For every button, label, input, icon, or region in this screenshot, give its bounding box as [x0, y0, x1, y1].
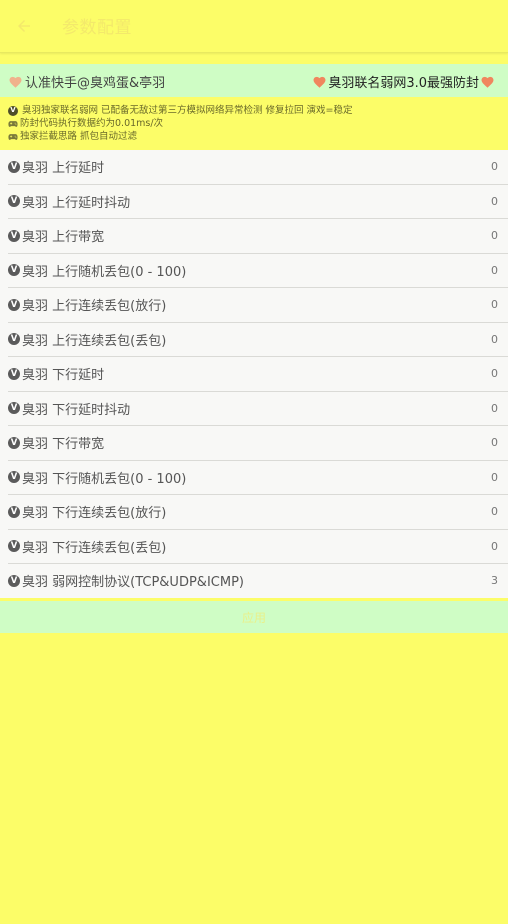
- settings-list: V 臭羽 上行延时 0 V 臭羽 上行延时抖动 0 V 臭羽 上行带宽 0 V …: [0, 150, 508, 598]
- v-badge-icon: V: [8, 105, 18, 116]
- heart-icon: [9, 76, 22, 88]
- setting-value: 0: [491, 367, 498, 381]
- setting-row-uplink-bandwidth[interactable]: V 臭羽 上行带宽 0: [8, 219, 508, 254]
- setting-value: 0: [491, 194, 498, 208]
- setting-row-downlink-burst-pass[interactable]: V 臭羽 下行连续丢包(放行) 0: [8, 495, 508, 530]
- setting-value: 0: [491, 160, 498, 174]
- apply-button[interactable]: 应用: [0, 601, 508, 633]
- promo-banner: 认准快手@臭鸡蛋&亭羽 臭羽联名弱网3.0最强防封: [0, 64, 508, 97]
- gamepad-icon: [8, 120, 18, 127]
- setting-label: 臭羽 上行连续丢包(丢包): [22, 333, 167, 349]
- setting-row-uplink-burst-drop[interactable]: V 臭羽 上行连续丢包(丢包) 0: [8, 323, 508, 357]
- setting-label: 臭羽 下行随机丢包(0 - 100): [22, 471, 187, 487]
- setting-value: 0: [491, 505, 498, 519]
- setting-label: 臭羽 弱网控制协议(TCP&UDP&ICMP): [22, 575, 244, 591]
- v-badge-icon: V: [8, 333, 20, 346]
- setting-row-downlink-delay[interactable]: V 臭羽 下行延时 0: [8, 357, 508, 392]
- info-line: 独家拦截思路 抓包自动过滤: [8, 130, 503, 143]
- setting-value: 0: [491, 332, 498, 346]
- info-notes: V 臭羽独家联名弱网 已配备无敌过第三方模拟网络异常检测 修复拉回 演戏=稳定 …: [8, 104, 503, 143]
- setting-label: 臭羽 上行延时抖动: [22, 195, 131, 211]
- back-button[interactable]: [10, 12, 38, 40]
- setting-label: 臭羽 上行带宽: [22, 230, 105, 246]
- setting-value: 0: [491, 263, 498, 277]
- heart-icon: [313, 76, 326, 88]
- v-badge-icon: V: [8, 298, 20, 311]
- setting-value: 0: [491, 298, 498, 312]
- setting-row-downlink-burst-drop[interactable]: V 臭羽 下行连续丢包(丢包) 0: [8, 530, 508, 564]
- setting-label: 臭羽 下行延时: [22, 368, 105, 384]
- v-badge-icon: V: [8, 195, 20, 208]
- setting-row-downlink-jitter[interactable]: V 臭羽 下行延时抖动 0: [8, 392, 508, 426]
- setting-value: 3: [491, 574, 498, 588]
- setting-row-uplink-burst-pass[interactable]: V 臭羽 上行连续丢包(放行) 0: [8, 288, 508, 323]
- setting-value: 0: [491, 436, 498, 450]
- page-title: 参数配置: [62, 18, 132, 38]
- setting-label: 臭羽 上行连续丢包(放行): [22, 299, 167, 315]
- v-badge-icon: V: [8, 160, 20, 173]
- app-bar: 参数配置: [0, 0, 508, 53]
- info-text: 臭羽独家联名弱网 已配备无敌过第三方模拟网络异常检测 修复拉回 演戏=稳定: [22, 105, 353, 116]
- heart-icon: [481, 76, 494, 88]
- setting-label: 臭羽 上行随机丢包(0 - 100): [22, 264, 187, 280]
- v-badge-icon: V: [8, 574, 20, 587]
- banner-right: 臭羽联名弱网3.0最强防封: [313, 72, 494, 91]
- setting-row-protocol[interactable]: V 臭羽 弱网控制协议(TCP&UDP&ICMP) 3: [8, 564, 508, 598]
- v-badge-icon: V: [8, 367, 20, 380]
- v-badge-icon: V: [8, 540, 20, 553]
- setting-row-downlink-random-loss[interactable]: V 臭羽 下行随机丢包(0 - 100) 0: [8, 461, 508, 495]
- setting-value: 0: [491, 401, 498, 415]
- gamepad-icon: [8, 133, 18, 140]
- setting-row-downlink-bandwidth[interactable]: V 臭羽 下行带宽 0: [8, 426, 508, 461]
- setting-label: 臭羽 下行延时抖动: [22, 402, 131, 418]
- v-badge-icon: V: [8, 264, 20, 277]
- v-badge-icon: V: [8, 402, 20, 415]
- v-badge-icon: V: [8, 471, 20, 484]
- setting-row-uplink-jitter[interactable]: V 臭羽 上行延时抖动 0: [8, 185, 508, 219]
- setting-row-uplink-delay[interactable]: V 臭羽 上行延时 0: [8, 150, 508, 185]
- setting-label: 臭羽 下行连续丢包(丢包): [22, 540, 167, 556]
- banner-left: 认准快手@臭鸡蛋&亭羽: [9, 72, 165, 91]
- v-badge-icon: V: [8, 436, 20, 449]
- setting-label: 臭羽 下行带宽: [22, 437, 105, 453]
- setting-value: 0: [491, 470, 498, 484]
- setting-label: 臭羽 上行延时: [22, 161, 105, 177]
- arrow-left-icon: [18, 20, 30, 32]
- setting-value: 0: [491, 229, 498, 243]
- setting-value: 0: [491, 539, 498, 553]
- setting-label: 臭羽 下行连续丢包(放行): [22, 506, 167, 522]
- info-text: 防封代码执行数据约为0.01ms/次: [20, 118, 164, 129]
- setting-row-uplink-random-loss[interactable]: V 臭羽 上行随机丢包(0 - 100) 0: [8, 254, 508, 288]
- info-line: 防封代码执行数据约为0.01ms/次: [8, 117, 503, 130]
- v-badge-icon: V: [8, 229, 20, 242]
- banner-right-text: 臭羽联名弱网3.0最强防封: [328, 76, 479, 91]
- banner-left-text: 认准快手@臭鸡蛋&亭羽: [25, 76, 166, 91]
- info-text: 独家拦截思路 抓包自动过滤: [20, 131, 138, 142]
- v-badge-icon: V: [8, 505, 20, 518]
- info-line: V 臭羽独家联名弱网 已配备无敌过第三方模拟网络异常检测 修复拉回 演戏=稳定: [8, 104, 503, 117]
